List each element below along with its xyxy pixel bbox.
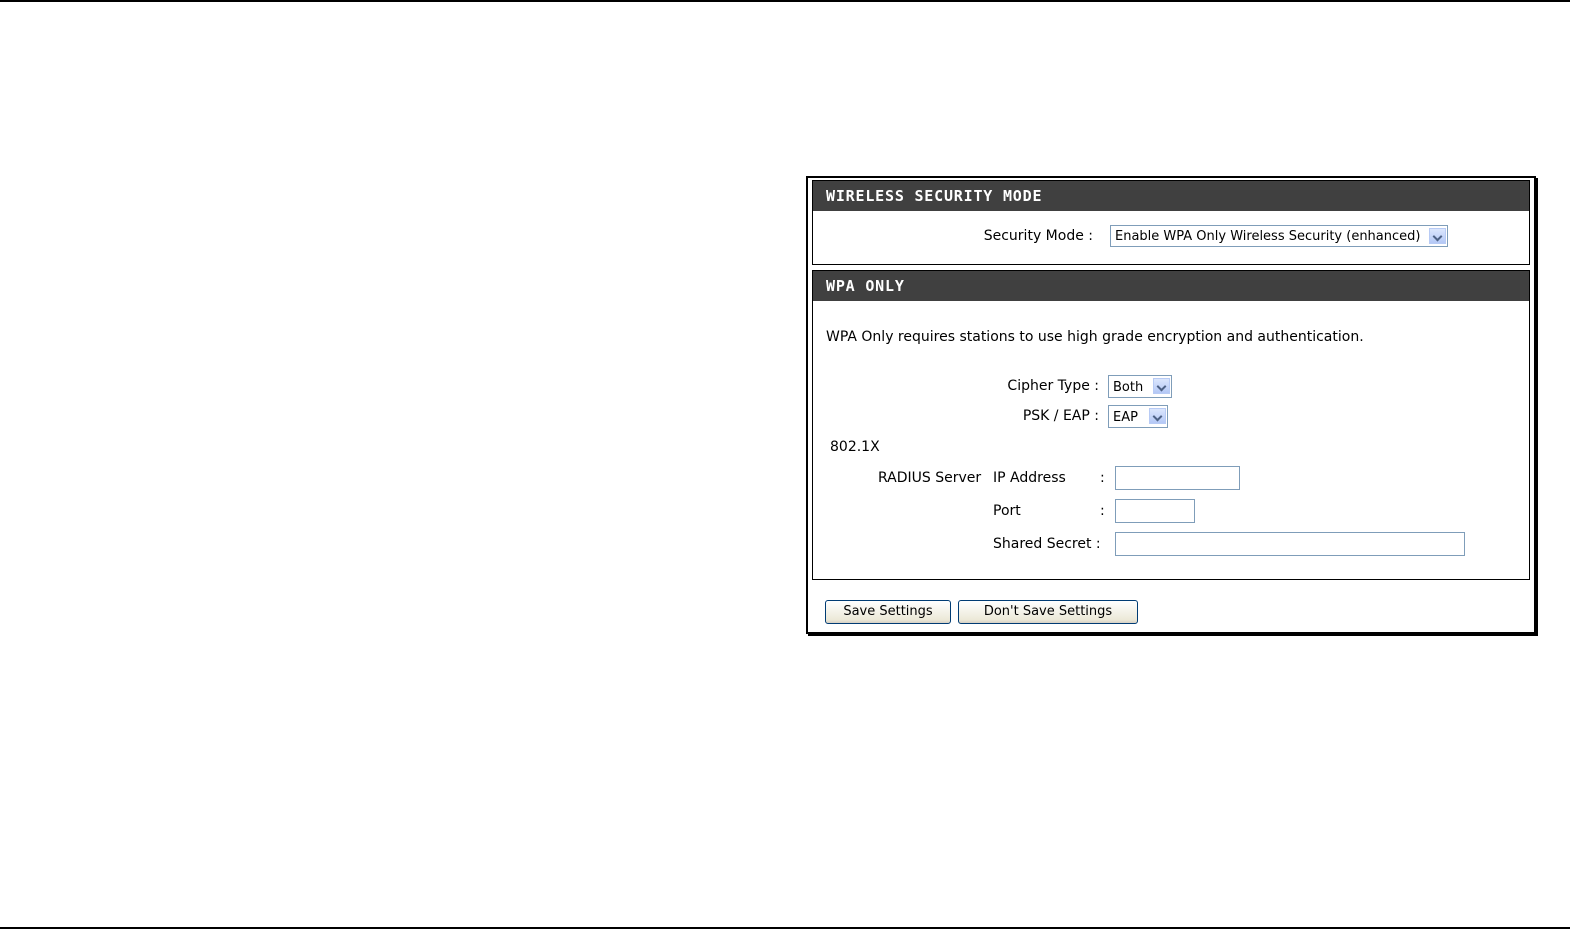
wireless-security-mode-section: WIRELESS SECURITY MODE Security Mode : E… xyxy=(812,180,1530,265)
chevron-down-icon[interactable] xyxy=(1149,408,1166,424)
chevron-down-icon[interactable] xyxy=(1153,378,1170,394)
security-mode-label: Security Mode : xyxy=(983,228,1093,244)
cipher-type-label: Cipher Type : xyxy=(1007,378,1099,394)
chevron-down-icon[interactable] xyxy=(1429,228,1446,244)
wpa-only-header: WPA ONLY xyxy=(813,271,1529,301)
port-label: Port xyxy=(993,503,1021,519)
port-input[interactable] xyxy=(1115,499,1195,523)
radius-server-label: RADIUS Server xyxy=(878,470,982,486)
ip-address-colon: : xyxy=(1100,470,1105,486)
shared-secret-label: Shared Secret : xyxy=(993,536,1101,552)
psk-eap-label: PSK / EAP : xyxy=(1022,408,1099,424)
security-mode-select[interactable]: Enable WPA Only Wireless Security (enhan… xyxy=(1110,225,1448,247)
ip-address-input[interactable] xyxy=(1115,466,1240,490)
router-settings-panel: WIRELESS SECURITY MODE Security Mode : E… xyxy=(806,176,1536,634)
save-settings-button[interactable]: Save Settings xyxy=(825,600,951,624)
port-colon: : xyxy=(1100,503,1105,519)
security-mode-value: Enable WPA Only Wireless Security (enhan… xyxy=(1115,229,1421,244)
psk-eap-select[interactable]: EAP xyxy=(1108,405,1168,428)
wireless-security-mode-header: WIRELESS SECURITY MODE xyxy=(813,181,1529,211)
psk-eap-value: EAP xyxy=(1113,410,1138,425)
ip-address-label: IP Address xyxy=(993,470,1066,486)
wpa-only-section: WPA ONLY WPA Only requires stations to u… xyxy=(812,270,1530,580)
cipher-type-select[interactable]: Both xyxy=(1108,375,1172,398)
cipher-type-value: Both xyxy=(1113,380,1144,395)
top-page-rule xyxy=(0,0,1570,2)
wpa-only-description: WPA Only requires stations to use high g… xyxy=(826,329,1364,345)
shared-secret-input[interactable] xyxy=(1115,532,1465,556)
dont-save-settings-button[interactable]: Don't Save Settings xyxy=(958,600,1138,624)
section-8021x-label: 802.1X xyxy=(830,439,880,455)
bottom-page-rule xyxy=(0,927,1570,929)
